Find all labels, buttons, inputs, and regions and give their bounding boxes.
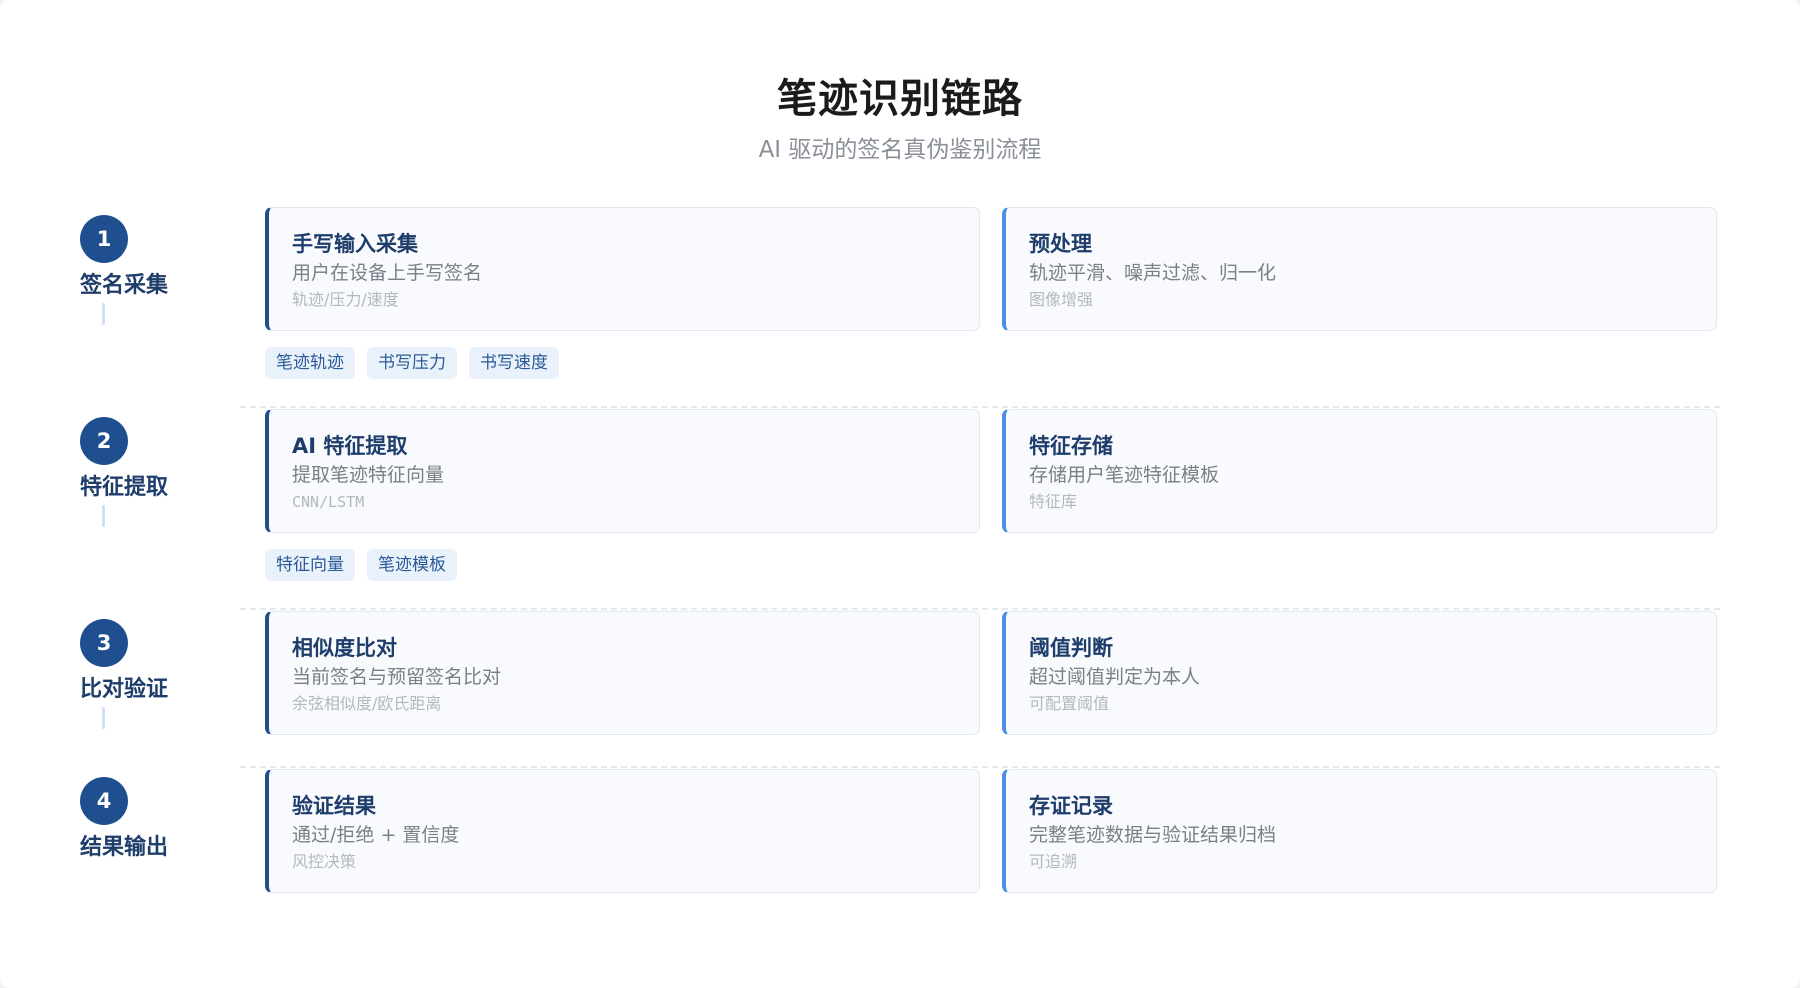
card-description: 完整笔迹数据与验证结果归档 (1029, 824, 1277, 846)
tag: 书写压力 (367, 347, 457, 379)
tag: 书写速度 (469, 347, 559, 379)
card-note: 特征库 (1029, 492, 1078, 511)
card-note: 余弦相似度/欧氏距离 (292, 694, 442, 713)
card-title: AI 特征提取 (292, 434, 408, 458)
card-description: 提取笔迹特征向量 (292, 464, 445, 486)
step-connector (102, 303, 105, 325)
step-label: 特征提取 (80, 475, 169, 500)
step-number-badge: 2 (80, 417, 128, 465)
stage-4: 4 结果输出 验证结果 通过/拒绝 + 置信度 风控决策 存证记录 完整笔迹数据… (0, 769, 1800, 969)
card-title: 阈值判断 (1029, 636, 1113, 660)
stage-2: 2 特征提取 AI 特征提取 提取笔迹特征向量 CNN/LSTM 特征存储 存储… (0, 409, 1800, 609)
card-description: 通过/拒绝 + 置信度 (292, 824, 460, 846)
stage-divider (240, 766, 1720, 768)
step-number-badge: 4 (80, 777, 128, 825)
tag: 笔迹模板 (367, 549, 457, 581)
step-connector (102, 505, 105, 527)
tag-list: 特征向量 笔迹模板 (265, 549, 457, 581)
card-title: 特征存储 (1029, 434, 1113, 458)
card-title: 验证结果 (292, 794, 376, 818)
page-title: 笔迹识别链路 (777, 76, 1023, 122)
card-note: 风控决策 (292, 852, 357, 871)
card-description: 存储用户笔迹特征模板 (1029, 464, 1220, 486)
card-note: 可追溯 (1029, 852, 1078, 871)
page: 笔迹识别链路 AI 驱动的签名真伪鉴别流程 1 签名采集 手写输入采集 用户在设… (0, 0, 1800, 988)
stage-card: 手写输入采集 用户在设备上手写签名 轨迹/压力/速度 (265, 207, 980, 331)
step-number-badge: 1 (80, 215, 128, 263)
card-description: 当前签名与预留签名比对 (292, 666, 502, 688)
card-note: 图像增强 (1029, 290, 1094, 309)
stage-divider (240, 406, 1720, 408)
stage-1: 1 签名采集 手写输入采集 用户在设备上手写签名 轨迹/压力/速度 预处理 轨迹… (0, 207, 1800, 407)
card-title: 预处理 (1029, 232, 1092, 256)
step-number-badge: 3 (80, 619, 128, 667)
stage-card: 预处理 轨迹平滑、噪声过滤、归一化 图像增强 (1002, 207, 1717, 331)
step-label: 比对验证 (80, 677, 169, 702)
card-title: 手写输入采集 (292, 232, 418, 256)
card-title: 存证记录 (1029, 794, 1113, 818)
tag: 特征向量 (265, 549, 355, 581)
stage-card: 相似度比对 当前签名与预留签名比对 余弦相似度/欧氏距离 (265, 611, 980, 735)
stage-divider (240, 608, 1720, 610)
page-subtitle: AI 驱动的签名真伪鉴别流程 (758, 137, 1042, 163)
card-description: 用户在设备上手写签名 (292, 262, 483, 284)
stage-card: 特征存储 存储用户笔迹特征模板 特征库 (1002, 409, 1717, 533)
stage-card: 验证结果 通过/拒绝 + 置信度 风控决策 (265, 769, 980, 893)
step-label: 结果输出 (80, 835, 169, 860)
stage-card: AI 特征提取 提取笔迹特征向量 CNN/LSTM (265, 409, 980, 533)
tag: 笔迹轨迹 (265, 347, 355, 379)
step-connector (102, 707, 105, 729)
tag-list: 笔迹轨迹 书写压力 书写速度 (265, 347, 559, 379)
step-label: 签名采集 (80, 273, 169, 298)
card-description: 轨迹平滑、噪声过滤、归一化 (1029, 262, 1277, 284)
card-note: 轨迹/压力/速度 (292, 290, 399, 309)
card-note: CNN/LSTM (292, 493, 365, 511)
card-description: 超过阈值判定为本人 (1029, 666, 1201, 688)
stage-card: 阈值判断 超过阈值判定为本人 可配置阈值 (1002, 611, 1717, 735)
card-title: 相似度比对 (292, 636, 397, 660)
stage-card: 存证记录 完整笔迹数据与验证结果归档 可追溯 (1002, 769, 1717, 893)
card-note: 可配置阈值 (1029, 694, 1110, 713)
